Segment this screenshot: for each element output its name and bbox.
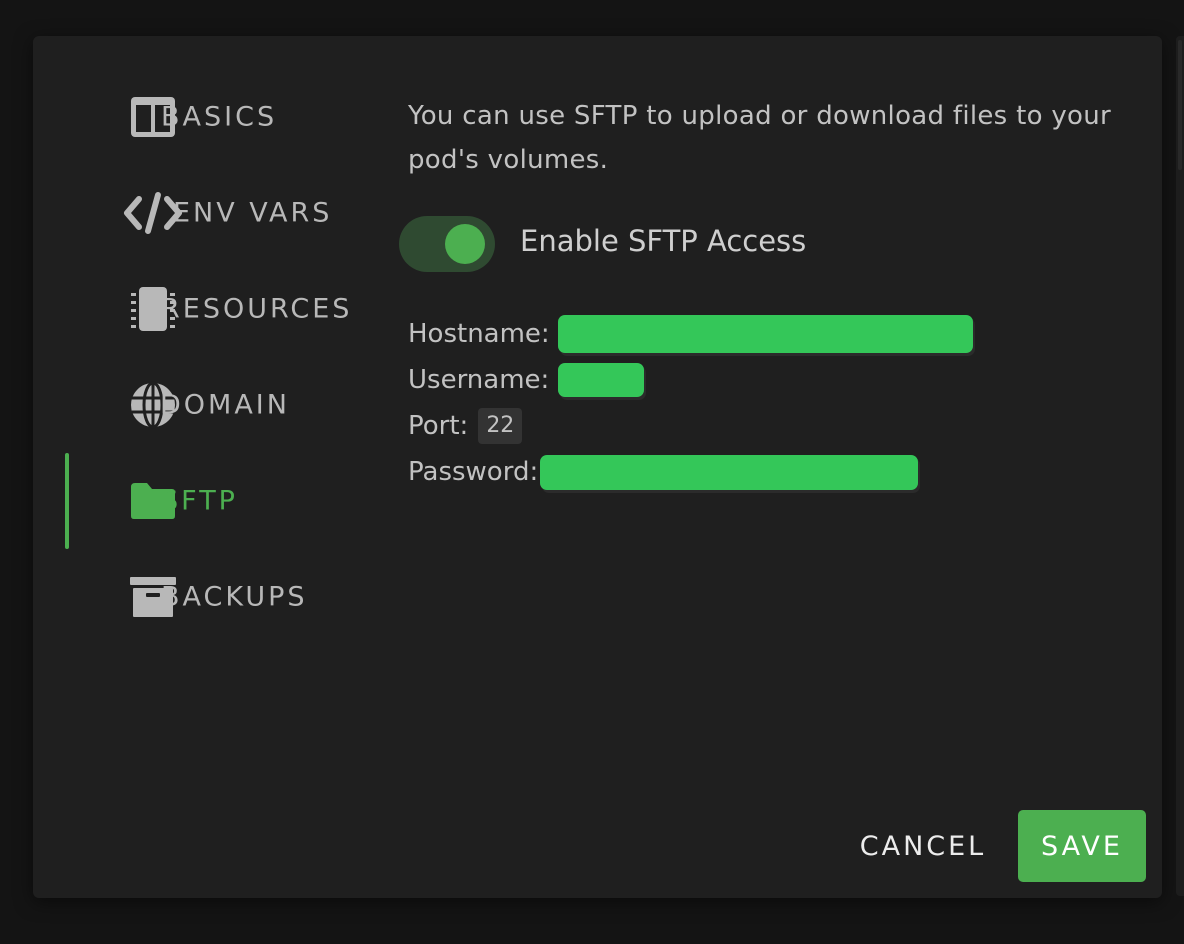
- hostname-label: Hostname:: [408, 319, 550, 349]
- cancel-button[interactable]: CANCEL: [843, 810, 1003, 882]
- port-label: Port:: [408, 411, 469, 441]
- enable-sftp-toggle[interactable]: [399, 216, 495, 272]
- hostname-value-masked[interactable]: [557, 315, 973, 353]
- username-value-masked[interactable]: [558, 363, 645, 397]
- background-panel-edge: [1176, 36, 1184, 896]
- sidebar-item-label: BASICS: [161, 101, 278, 133]
- sidebar-item-label: BACKUPS: [161, 581, 308, 613]
- sidebar-item-resources[interactable]: RESOURCES: [65, 261, 365, 357]
- port-row: Port: 22: [408, 406, 523, 446]
- username-row: Username:: [408, 360, 645, 400]
- enable-sftp-label: Enable SFTP Access: [520, 224, 807, 258]
- sidebar-item-domain[interactable]: DOMAIN: [65, 357, 365, 453]
- password-value-masked[interactable]: [540, 454, 919, 490]
- sidebar-item-basics[interactable]: BASICS: [65, 69, 365, 165]
- port-value[interactable]: 22: [478, 408, 523, 444]
- save-button[interactable]: SAVE: [1018, 810, 1146, 882]
- sftp-intro-text: You can use SFTP to upload or download f…: [408, 101, 1112, 175]
- sidebar-item-label: SFTP: [161, 485, 238, 517]
- sidebar-item-label: ENV VARS: [173, 197, 333, 229]
- sidebar-nav: BASICS ENV VARS RESOURCES DOMAIN SFTP BA…: [33, 36, 373, 636]
- sidebar-item-label: DOMAIN: [160, 389, 290, 421]
- password-label: Password:: [408, 457, 539, 487]
- sidebar-item-label: RESOURCES: [161, 293, 353, 325]
- settings-dialog: BASICS ENV VARS RESOURCES DOMAIN SFTP BA…: [33, 36, 1162, 898]
- scrollbar-thumb[interactable]: [1178, 40, 1182, 170]
- toggle-knob: [445, 224, 485, 264]
- username-label: Username:: [408, 365, 550, 395]
- sidebar-item-env-vars[interactable]: ENV VARS: [65, 165, 365, 261]
- sidebar-item-sftp[interactable]: SFTP: [65, 453, 365, 549]
- password-row: Password:: [408, 452, 919, 492]
- hostname-row: Hostname:: [408, 314, 973, 354]
- sidebar-item-backups[interactable]: BACKUPS: [65, 549, 365, 645]
